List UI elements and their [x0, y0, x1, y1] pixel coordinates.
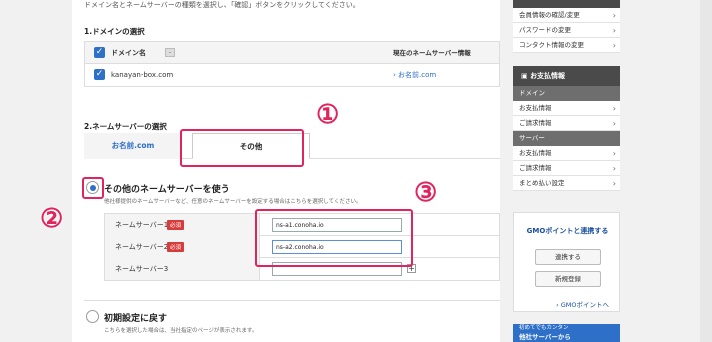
domain-table: ✓ ドメイン名 - 現在のネームサーバー情報 ✓ kanayan-box.com…: [84, 41, 500, 87]
domain-table-header: ✓ ドメイン名 - 現在のネームサーバー情報: [85, 42, 499, 64]
current-ns-link[interactable]: › お名前.com: [393, 64, 436, 86]
annotation-number-2: ②: [40, 204, 64, 234]
chevron-right-icon: ›: [612, 149, 616, 158]
annotation-box-1: [180, 129, 304, 167]
chevron-right-icon: ›: [612, 179, 616, 188]
category-server: サーバー: [513, 131, 620, 146]
sidebar-item-server-billing[interactable]: ご請求情報 ›: [513, 161, 620, 176]
gmo-points-box: GMOポイントと連携する 連携する 新規登録 › GMOポイントへ: [513, 212, 620, 312]
sidebar: 会員情報の確認/変更 › パスワードの変更 › コンタクト情報の変更 › ▣ お支払情…: [513, 0, 620, 342]
sidebar-item-server-payment[interactable]: お支払情報 ›: [513, 146, 620, 161]
main-panel: ドメイン名とネームサーバーの種類を選択し、「確認」ボタンをクリックしてください。…: [40, 0, 500, 342]
required-badge: 必須: [167, 220, 185, 230]
chevron-right-icon: ›: [612, 119, 616, 128]
sidebar-item-bulk-payment[interactable]: まとめ払い設定 ›: [513, 176, 620, 191]
payment-menu: ▣ お支払情報 ドメイン お支払情報 › ご請求情報 › サーバー お支払情報 › ご…: [513, 66, 620, 191]
tab-onamae[interactable]: お名前.com: [84, 133, 182, 159]
intro-text: ドメイン名とネームサーバーの種類を選択し、「確認」ボタンをクリックしてください。: [84, 1, 360, 9]
domain-header-label: ドメイン名: [111, 49, 146, 57]
sort-button[interactable]: -: [165, 48, 175, 57]
domain-checkbox[interactable]: ✓: [94, 69, 105, 80]
sidebar-item-domain-payment[interactable]: お支払情報 ›: [513, 101, 620, 116]
sidebar-item-member-info[interactable]: 会員情報の確認/変更 ›: [513, 8, 620, 23]
transfer-banner[interactable]: 初めてでもカンタン 他社サーバーから: [513, 324, 620, 342]
annotation-box-3: [255, 209, 413, 267]
wallet-icon: ▣: [521, 72, 531, 80]
select-all-checkbox[interactable]: ✓: [94, 47, 105, 58]
current-ns-header: 現在のネームサーバー情報: [393, 49, 471, 57]
gmo-register-button[interactable]: 新規登録: [535, 271, 601, 287]
gmo-link-button[interactable]: 連携する: [535, 249, 601, 265]
payment-header: ▣ お支払情報: [513, 66, 620, 86]
ns-label: ネームサーバー2: [115, 243, 169, 251]
ns-section-title: 2.ネームサーバーの選択: [84, 122, 167, 131]
chevron-right-icon: ›: [612, 11, 616, 20]
reset-title: 初期設定に戻す: [104, 314, 168, 324]
sidebar-item-domain-billing[interactable]: ご請求情報 ›: [513, 116, 620, 131]
sidebar-item-password[interactable]: パスワードの変更 ›: [513, 23, 620, 38]
reset-desc: こちらを選択した場合は、当社指定のページが表示されます。: [104, 328, 258, 334]
account-menu: 会員情報の確認/変更 › パスワードの変更 › コンタクト情報の変更 ›: [513, 8, 620, 53]
reset-radio[interactable]: [86, 310, 99, 323]
annotation-number-3: ③: [414, 178, 438, 208]
chevron-right-icon: ›: [612, 164, 616, 173]
domain-section-title: 1.ドメインの選択: [84, 27, 145, 36]
other-ns-desc: 他社様提供のネームサーバーなど、任意のネームサーバーを設定する場合はこちらを選択…: [104, 199, 362, 205]
ns-label: ネームサーバー3: [115, 265, 169, 273]
divider: [84, 300, 500, 301]
sidebar-item-contact[interactable]: コンタクト情報の変更 ›: [513, 38, 620, 53]
chevron-right-icon: ›: [612, 41, 616, 50]
gmo-points-link[interactable]: › GMOポイントへ: [556, 299, 609, 309]
required-badge: 必須: [167, 242, 185, 252]
domain-name: kanayan-box.com: [111, 71, 174, 79]
scrollbar[interactable]: [700, 0, 712, 342]
sidebar-top-bar: [513, 0, 620, 8]
other-ns-title: その他のネームサーバーを使う: [104, 185, 230, 195]
gmo-title: GMOポイントと連携する: [526, 227, 609, 235]
annotation-box-2: [82, 177, 104, 199]
chevron-right-icon: ›: [612, 26, 616, 35]
category-domain: ドメイン: [513, 86, 620, 101]
annotation-number-1: ①: [316, 100, 340, 130]
table-row: ✓ kanayan-box.com › お名前.com: [85, 64, 499, 86]
ns-label: ネームサーバー1: [115, 221, 169, 229]
chevron-right-icon: ›: [612, 104, 616, 113]
